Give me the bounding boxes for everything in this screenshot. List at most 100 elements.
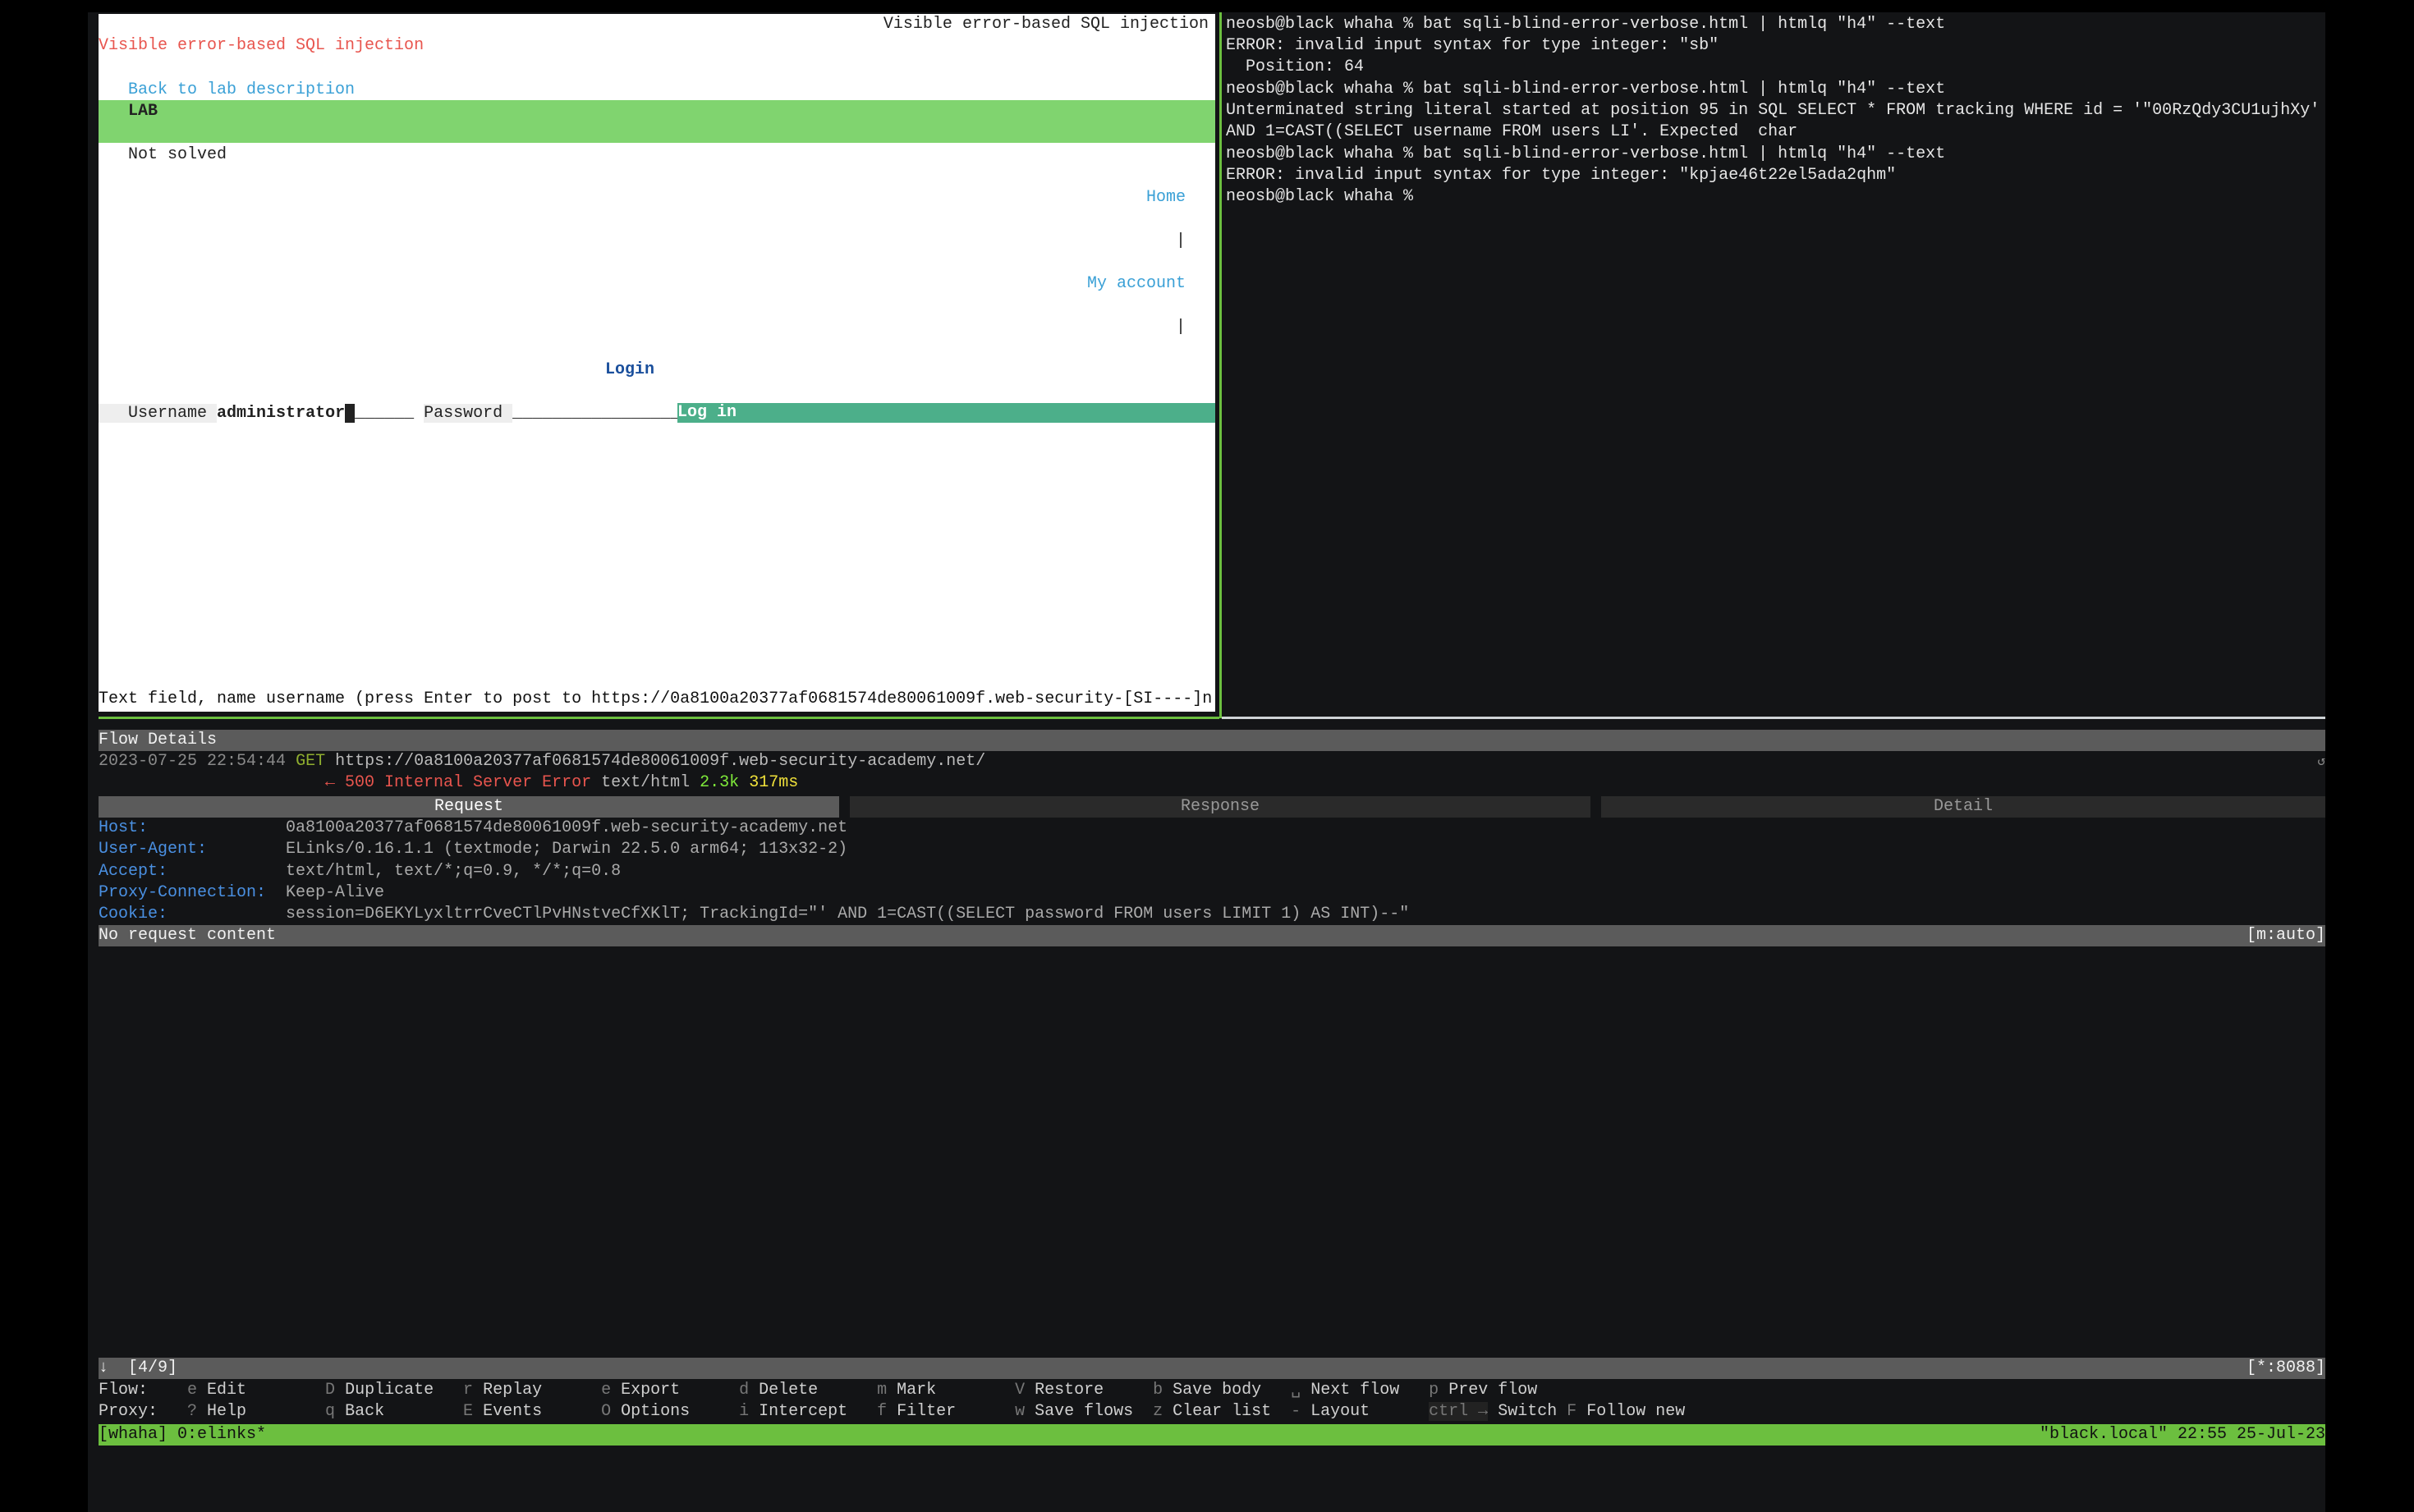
- tmux-statusbar: [whaha] 0:elinks* "black.local" 22:55 25-…: [99, 1424, 2325, 1446]
- key-action: Events: [483, 1402, 543, 1421]
- key-action: Follow new: [1586, 1402, 1686, 1421]
- pane-divider: [99, 717, 1219, 719]
- shell-prompt[interactable]: neosb@black whaha %: [1226, 186, 1413, 208]
- home-link[interactable]: Home: [1146, 187, 1186, 208]
- key-action: Clear list: [1173, 1402, 1272, 1421]
- header-value: session=D6EKYLyxltrrCveCTlPvHNstveCfXKlT…: [286, 905, 1410, 923]
- proxy-keybindings-label: Proxy:: [99, 1402, 158, 1421]
- header-name: Proxy-Connection:: [99, 882, 267, 902]
- key-action: Replay: [483, 1381, 543, 1400]
- view-mode[interactable]: [m:auto]: [2246, 925, 2325, 946]
- keybinding-save-body[interactable]: b Save body: [1153, 1380, 1291, 1401]
- terminal-line: neosb@black whaha % bat sqli-blind-error…: [1226, 144, 1946, 163]
- keybinding-delete[interactable]: d Delete: [739, 1380, 877, 1401]
- keybinding-duplicate[interactable]: D Duplicate: [325, 1380, 463, 1401]
- response-duration: 317ms: [749, 773, 799, 792]
- keybinding-filter[interactable]: f Filter: [877, 1401, 1015, 1423]
- pane-divider: [1222, 717, 2325, 719]
- keybinding-mark[interactable]: m Mark: [877, 1380, 1015, 1401]
- keybinding-follow-new[interactable]: F Follow new: [1567, 1401, 1685, 1423]
- key-action: Save flows: [1035, 1402, 1134, 1421]
- keybinding-restore[interactable]: V Restore: [1015, 1380, 1153, 1401]
- key-hint: d: [739, 1381, 750, 1400]
- flow-timestamp: 2023-07-25 22:54:44: [99, 752, 287, 771]
- lab-status: Not solved: [128, 145, 227, 164]
- login-button[interactable]: Log in: [677, 403, 1215, 423]
- header-name: User-Agent:: [99, 840, 208, 859]
- pane-divider[interactable]: [1219, 12, 1222, 718]
- keybinding-options[interactable]: O Options: [601, 1401, 739, 1423]
- keybinding-layout[interactable]: - Layout: [1291, 1401, 1429, 1423]
- key-hint: m: [877, 1381, 888, 1400]
- username-input[interactable]: administrator_______: [217, 404, 414, 423]
- keybinding-clear-list[interactable]: z Clear list: [1153, 1401, 1291, 1423]
- key-hint: p: [1429, 1381, 1439, 1400]
- flow-summary: 2023-07-25 22:54:44 GET https://0a8100a2…: [99, 751, 985, 772]
- key-hint: O: [601, 1402, 612, 1421]
- key-hint: V: [1015, 1381, 1026, 1400]
- key-action: Export: [621, 1381, 681, 1400]
- tab-detail[interactable]: Detail: [1601, 796, 2325, 818]
- flow-details-title: Flow Details: [99, 731, 218, 749]
- nav-separator: |: [1175, 318, 1186, 337]
- elinks-pane[interactable]: Visible error-based SQL injection Visibl…: [99, 14, 1215, 712]
- keybinding-replay[interactable]: r Replay: [463, 1380, 601, 1401]
- flow-keybindings: Flow: e Edit D Duplicate r Replay e Export d …: [99, 1380, 1537, 1401]
- key-action: Duplicate: [345, 1381, 434, 1400]
- keybinding-back[interactable]: q Back: [325, 1401, 463, 1423]
- keybinding-events[interactable]: E Events: [463, 1401, 601, 1423]
- header-row: Proxy-Connection: Keep-Alive: [99, 882, 1409, 904]
- mitmproxy-statusbar: ↓ [4/9] [*:8088]: [99, 1358, 2325, 1379]
- refresh-icon[interactable]: ↺: [2317, 751, 2325, 772]
- page-title: Visible error-based SQL injection: [883, 15, 1209, 34]
- keybinding-export[interactable]: e Export: [601, 1380, 739, 1401]
- keybinding-edit[interactable]: e Edit: [187, 1380, 325, 1401]
- content-type: text/html: [601, 773, 691, 792]
- username-label: Username: [99, 404, 218, 423]
- keybinding-switch[interactable]: ctrl → Switch: [1429, 1401, 1567, 1423]
- keybinding-help[interactable]: ? Help: [187, 1401, 325, 1423]
- key-hint: e: [187, 1381, 198, 1400]
- terminal-line: ERROR: invalid input syntax for type int…: [1226, 36, 1719, 55]
- tab-response[interactable]: Response: [850, 796, 1590, 818]
- keybinding-save-flows[interactable]: w Save flows: [1015, 1401, 1153, 1423]
- no-content-label: No request content: [99, 926, 277, 945]
- terminal-line: Position: 64: [1226, 57, 1365, 76]
- key-action: Restore: [1035, 1381, 1104, 1400]
- terminal-window: Visible error-based SQL injection Visibl…: [88, 12, 2325, 1512]
- back-to-lab-link[interactable]: Back to lab description: [128, 80, 355, 101]
- keybinding-next-flow[interactable]: ␣ Next flow: [1291, 1380, 1429, 1401]
- key-hint: z: [1153, 1402, 1163, 1421]
- arrow-left-icon: ←: [325, 773, 336, 792]
- key-hint: e: [601, 1381, 612, 1400]
- key-hint: f: [877, 1402, 888, 1421]
- tmux-window-list[interactable]: [whaha] 0:elinks*: [99, 1425, 266, 1444]
- tab-request[interactable]: Request: [99, 796, 839, 818]
- header-value: text/html, text/*;q=0.9, */*;q=0.8: [286, 861, 622, 881]
- header-value: ELinks/0.16.1.1 (textmode; Darwin 22.5.0…: [286, 840, 848, 859]
- key-action: Edit: [207, 1381, 247, 1400]
- lab-heading: Visible error-based SQL injection: [99, 36, 425, 55]
- key-action: Prev flow: [1448, 1381, 1538, 1400]
- header-row: Accept: text/html, text/*;q=0.9, */*;q=0.…: [99, 861, 1409, 882]
- nav-separator: |: [1175, 231, 1186, 250]
- request-content-bar: No request content [m:auto]: [99, 925, 2325, 946]
- tmux-clock: "black.local" 22:55 25-Jul-23: [2039, 1425, 2325, 1444]
- key-hint: ?: [187, 1402, 198, 1421]
- password-label: Password: [424, 404, 513, 423]
- header-row: User-Agent: ELinks/0.16.1.1 (textmode; Da…: [99, 839, 1409, 860]
- flow-url[interactable]: https://0a8100a20377af0681574de80061009f…: [335, 752, 985, 771]
- terminal-line: Unterminated string literal started at p…: [1226, 101, 2320, 120]
- key-hint: ctrl →: [1429, 1402, 1489, 1421]
- keybinding-intercept[interactable]: i Intercept: [739, 1401, 877, 1423]
- keybinding-prev-flow[interactable]: p Prev flow: [1429, 1380, 1537, 1401]
- key-action: Back: [345, 1402, 385, 1421]
- my-account-link[interactable]: My account: [1087, 273, 1186, 295]
- key-hint: i: [739, 1402, 750, 1421]
- response-status: 500 Internal Server Error: [345, 773, 592, 792]
- proxy-port: [*:8088]: [2246, 1359, 2325, 1377]
- terminal-line: AND 1=CAST((SELECT username FROM users L…: [1226, 122, 1798, 141]
- request-headers: Host: 0a8100a20377af0681574de80061009f.we…: [99, 818, 1409, 925]
- header-value: Keep-Alive: [286, 882, 385, 902]
- flow-details-header: Flow Details: [99, 730, 2325, 751]
